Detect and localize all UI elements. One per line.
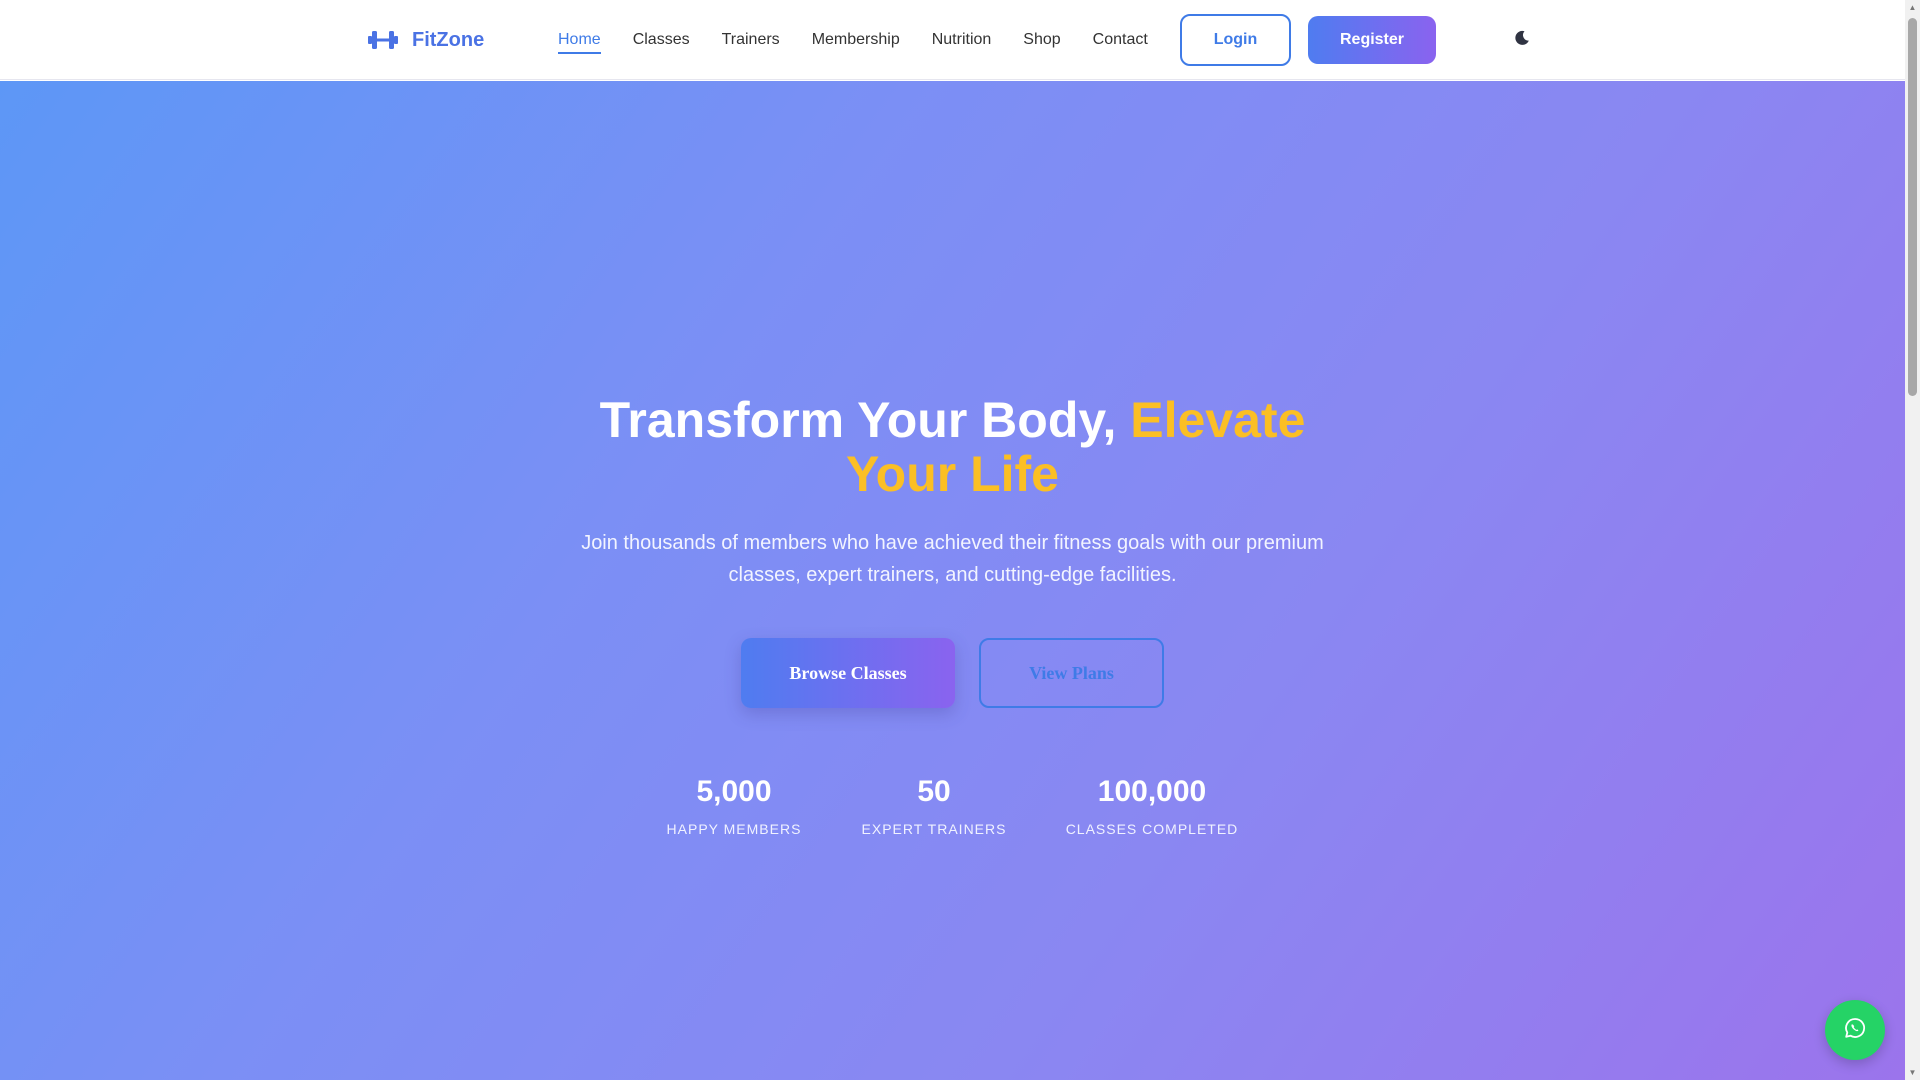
view-plans-button[interactable]: View Plans <box>979 638 1164 708</box>
navbar: FitZone Home Classes Trainers Membership… <box>0 0 1905 80</box>
stat-expert-trainers: 50 EXPERT TRAINERS <box>854 775 1014 837</box>
browse-classes-button[interactable]: Browse Classes <box>741 638 955 708</box>
hero-title-main: Transform Your Body, <box>599 392 1131 448</box>
register-button[interactable]: Register <box>1308 16 1436 64</box>
stat-classes-completed: 100,000 CLASSES COMPLETED <box>1059 775 1245 837</box>
stat-value: 50 <box>917 775 951 808</box>
stat-value: 5,000 <box>696 775 772 808</box>
nav-link-membership[interactable]: Membership <box>812 29 900 51</box>
stat-happy-members: 5,000 HAPPY MEMBERS <box>659 775 809 837</box>
scrollbar-thumb[interactable] <box>1908 18 1917 396</box>
nav-link-contact[interactable]: Contact <box>1093 29 1148 51</box>
nav-link-shop[interactable]: Shop <box>1023 29 1060 51</box>
nav-link-trainers[interactable]: Trainers <box>722 29 780 51</box>
nav-link-home[interactable]: Home <box>558 29 601 54</box>
scroll-up-icon[interactable]: ▲ <box>1905 0 1920 15</box>
whatsapp-icon <box>1843 1016 1867 1045</box>
dumbbell-icon <box>368 29 398 51</box>
main-nav: Home Classes Trainers Membership Nutriti… <box>558 28 1148 54</box>
page-scrollbar[interactable]: ▲ ▼ <box>1905 0 1920 1080</box>
hero-subtitle: Join thousands of members who have achie… <box>581 532 1324 586</box>
brand-logo[interactable]: FitZone <box>368 24 484 56</box>
nav-link-nutrition[interactable]: Nutrition <box>932 29 992 51</box>
hero-section: Transform Your Body, Elevate Your Life J… <box>0 81 1905 1080</box>
nav-link-classes[interactable]: Classes <box>633 29 690 51</box>
login-button[interactable]: Login <box>1180 14 1291 66</box>
whatsapp-chat-button[interactable] <box>1825 1000 1885 1060</box>
moon-icon <box>1514 30 1530 51</box>
brand-name: FitZone <box>412 28 485 51</box>
stat-label: HAPPY MEMBERS <box>666 821 802 837</box>
stat-label: CLASSES COMPLETED <box>1065 821 1239 837</box>
stat-label: EXPERT TRAINERS <box>861 821 1007 837</box>
hero-title: Transform Your Body, Elevate Your Life <box>560 393 1345 501</box>
theme-toggle-button[interactable] <box>1510 28 1534 52</box>
scroll-down-icon[interactable]: ▼ <box>1905 1065 1920 1080</box>
stat-value: 100,000 <box>1097 775 1207 808</box>
